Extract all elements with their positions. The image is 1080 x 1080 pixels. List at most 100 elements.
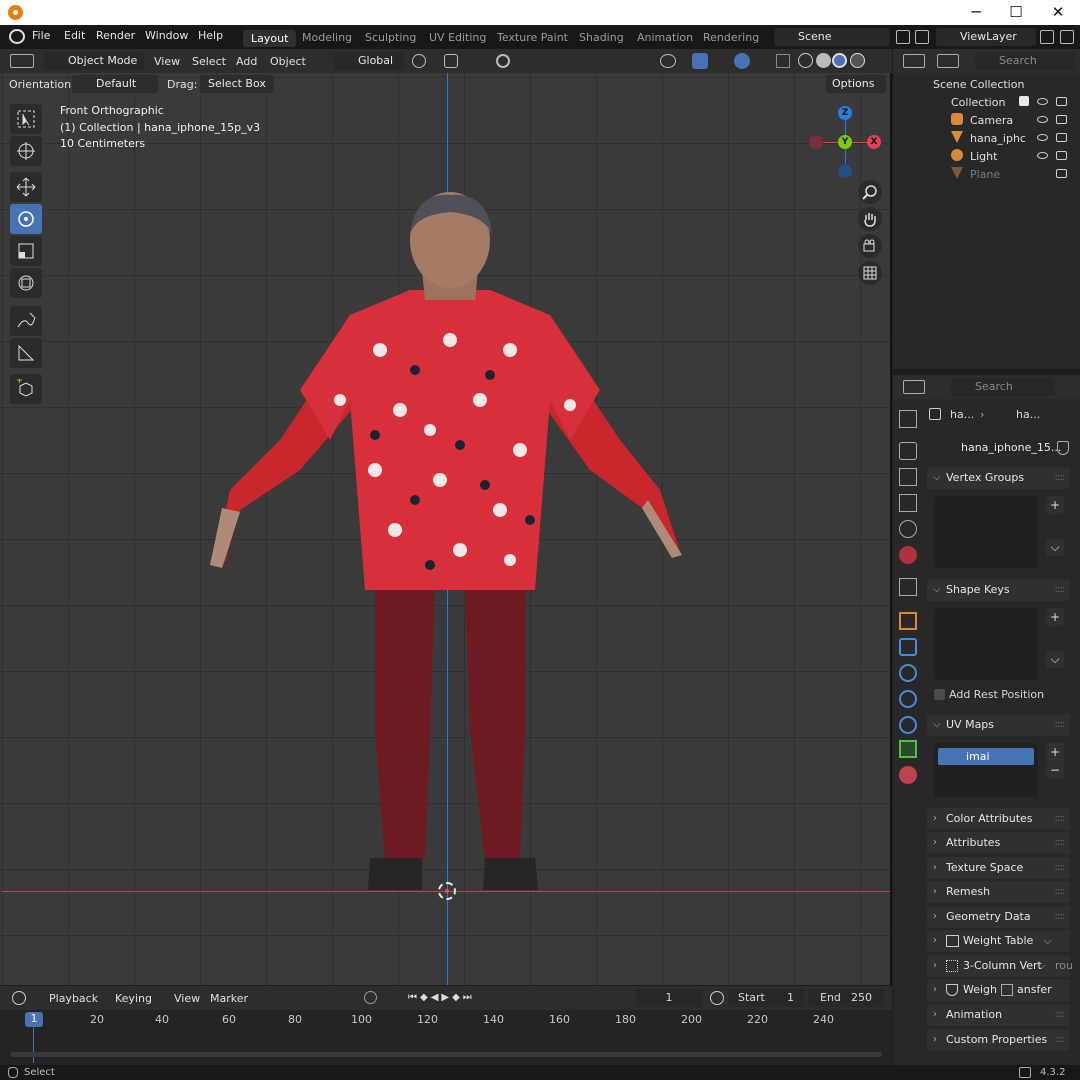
particles-tab-icon[interactable] (899, 664, 917, 682)
outliner-item-hana[interactable]: hana_iphc (970, 132, 1026, 145)
tab-rendering[interactable]: Rendering (703, 31, 759, 44)
drag-selector[interactable]: Select Box (200, 75, 274, 93)
panel-grip-icon[interactable]: :::: (1055, 1029, 1066, 1051)
panel-grip-icon[interactable]: :::: (1055, 714, 1066, 736)
hana-render-icon[interactable] (1056, 133, 1067, 142)
world-tab-icon[interactable] (899, 546, 917, 564)
rendered-shading-icon[interactable] (850, 53, 865, 68)
hana-eye-icon[interactable] (1037, 134, 1048, 141)
menu-edit[interactable]: Edit (64, 29, 85, 42)
end-frame-field[interactable]: End 250 (808, 989, 884, 1007)
vertex-groups-list[interactable] (934, 496, 1038, 568)
menu-keying[interactable]: Keying (115, 992, 152, 1005)
gizmo-neg-z-axis[interactable] (838, 164, 852, 178)
transform-orientation-selector[interactable]: Global (334, 52, 404, 70)
plane-render-icon[interactable] (1056, 169, 1067, 178)
camera-render-icon[interactable] (1056, 115, 1067, 124)
breadcrumb-object[interactable]: ha... (950, 408, 974, 421)
modifiers-tab-icon[interactable] (899, 638, 917, 656)
panel-grip-icon[interactable]: :::: (1055, 857, 1066, 879)
delete-scene-icon[interactable] (915, 30, 929, 44)
outliner-item-light[interactable]: Light (970, 150, 997, 163)
data-tab-icon[interactable] (899, 740, 917, 758)
three-column-panel-header[interactable]: › 3-Column Vert ⌵ rou (927, 955, 1073, 977)
weight-table-chevron-icon[interactable]: ⌵ (1044, 930, 1052, 952)
move-tool[interactable] (10, 172, 42, 202)
transform-tool[interactable] (10, 268, 42, 298)
fake-user-shield-icon[interactable] (1057, 441, 1069, 455)
ortho-grid-icon[interactable] (858, 261, 882, 285)
rotate-tool[interactable] (10, 204, 42, 234)
outliner-item-plane[interactable]: Plane (970, 168, 1000, 181)
panel-grip-icon[interactable]: :::: (1055, 1004, 1066, 1026)
panel-grip-icon[interactable]: :::: (1055, 808, 1066, 830)
remove-uv-map-button[interactable]: − (1046, 761, 1064, 779)
current-frame-field[interactable]: 1 (636, 989, 702, 1007)
tab-uv-editing[interactable]: UV Editing (429, 31, 486, 44)
light-eye-icon[interactable] (1037, 152, 1048, 159)
menu-marker[interactable]: Marker (210, 992, 248, 1005)
clock-icon[interactable] (710, 991, 724, 1005)
attributes-panel-header[interactable]: › Attributes:::: (927, 832, 1070, 854)
geometry-data-panel-header[interactable]: › Geometry Data:::: (927, 906, 1070, 928)
object-tab-icon[interactable] (899, 612, 917, 630)
new-scene-icon[interactable] (896, 30, 910, 44)
remesh-panel-header[interactable]: › Remesh:::: (927, 881, 1070, 903)
weight-table-panel-header[interactable]: › Weight Table ⌵ (927, 930, 1070, 952)
light-render-icon[interactable] (1056, 151, 1067, 160)
add-cube-tool[interactable] (10, 374, 42, 404)
collection-eye-icon[interactable] (1037, 98, 1048, 105)
scene-selector[interactable]: Scene (774, 28, 890, 46)
scene-collection-row[interactable]: Scene Collection (933, 78, 1024, 91)
xray-icon[interactable] (776, 54, 790, 68)
close-button[interactable]: ✕ (1038, 2, 1078, 22)
outliner-search-input[interactable]: Search (975, 52, 1075, 70)
menu-file[interactable]: File (32, 29, 50, 42)
add-uv-map-button[interactable]: + (1046, 743, 1064, 761)
cursor-tool[interactable] (10, 136, 42, 166)
auto-keying-icon[interactable] (364, 991, 377, 1004)
tab-shading[interactable]: Shading (579, 31, 624, 44)
material-shading-icon[interactable] (832, 53, 847, 68)
vertex-groups-panel-header[interactable]: ⌵ Vertex Groups:::: (927, 467, 1070, 489)
custom-properties-panel-header[interactable]: › Custom Properties:::: (927, 1029, 1070, 1051)
add-rest-position-checkbox[interactable] (934, 689, 945, 700)
collection-checkbox[interactable] (1019, 96, 1029, 106)
weight-transfer-panel-header[interactable]: › Weigh ansfer (927, 979, 1070, 1001)
outliner-editor-type-icon[interactable] (903, 54, 925, 68)
shape-keys-panel-header[interactable]: ⌵ Shape Keys:::: (927, 579, 1070, 601)
breadcrumb-mesh[interactable]: ha... (1016, 408, 1040, 421)
blender-logo-icon[interactable] (9, 29, 25, 44)
measure-tool[interactable] (10, 338, 42, 368)
animation-panel-header[interactable]: › Animation:::: (927, 1004, 1070, 1026)
tab-modeling[interactable]: Modeling (302, 31, 352, 44)
minimize-button[interactable]: ─ (956, 2, 996, 22)
timeline-scrollbar[interactable] (10, 1052, 882, 1057)
panel-grip-icon[interactable]: :::: (1055, 467, 1066, 489)
mode-selector[interactable]: Object Mode (44, 52, 144, 70)
view-layer-selector[interactable]: ViewLayer (936, 28, 1036, 46)
menu-add[interactable]: Add (236, 55, 257, 68)
snap-icon[interactable] (444, 54, 458, 68)
panel-grip-icon[interactable]: :::: (1055, 881, 1066, 903)
mesh-datablock-field[interactable]: hana_iphone_15... (955, 439, 1061, 457)
output-tab-icon[interactable] (899, 468, 917, 486)
tab-layout[interactable]: Layout (243, 30, 297, 47)
pan-hand-icon[interactable] (858, 207, 882, 231)
character-model[interactable] (200, 190, 700, 900)
timeline-editor-icon[interactable] (12, 991, 26, 1005)
delete-view-layer-icon[interactable] (1060, 30, 1074, 44)
playback-controls[interactable]: ⏮◆◀▶◆⏭ (404, 990, 512, 1006)
menu-object[interactable]: Object (270, 55, 306, 68)
panel-grip-icon[interactable]: :::: (1055, 906, 1066, 928)
orientation-selector[interactable]: Default (72, 75, 158, 93)
menu-playback[interactable]: Playback (49, 992, 98, 1005)
menu-window[interactable]: Window (145, 29, 188, 42)
display-mode-icon[interactable] (937, 54, 959, 68)
shape-keys-menu-button[interactable]: ⌵ (1046, 650, 1064, 668)
menu-select[interactable]: Select (192, 55, 226, 68)
collection-render-icon[interactable] (1056, 97, 1067, 106)
new-view-layer-icon[interactable] (1040, 30, 1054, 44)
collection-row[interactable]: Collection (951, 96, 1005, 109)
menu-render[interactable]: Render (96, 29, 135, 42)
